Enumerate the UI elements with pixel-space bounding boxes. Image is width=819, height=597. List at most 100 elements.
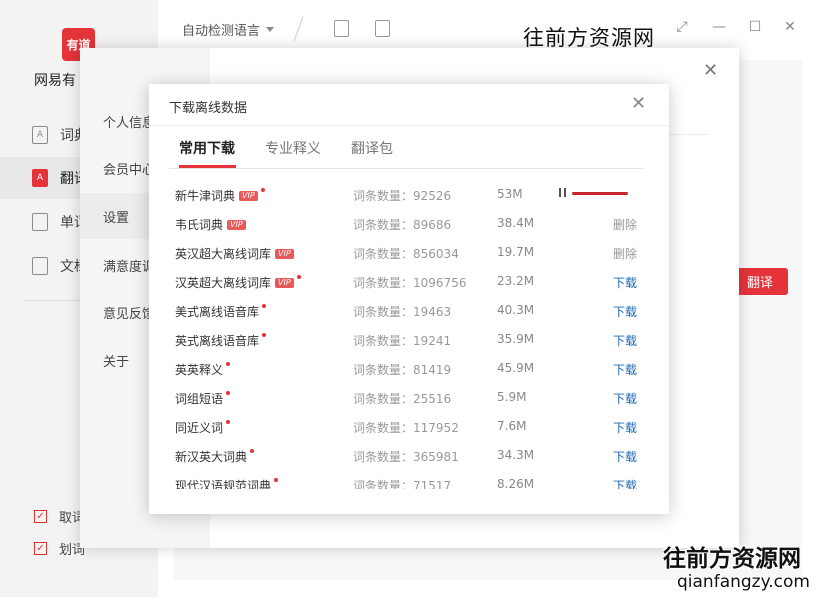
dictionary-name: 美式离线语音库 xyxy=(175,303,267,320)
select-word-checkbox[interactable]: ✓ 划词 xyxy=(34,539,85,558)
file-size: 40.3M xyxy=(497,303,535,317)
caret-down-icon xyxy=(266,27,275,32)
tab-translation-packs[interactable]: 翻译包 xyxy=(351,138,393,158)
dictionary-name-text: 同近义词 xyxy=(175,421,224,435)
close-icon[interactable]: ✕ xyxy=(783,20,797,34)
entry-count-value: 81419 xyxy=(413,363,452,377)
download-button[interactable]: 下载 xyxy=(613,419,637,436)
pin-icon[interactable]: ⤢ xyxy=(675,20,689,34)
delete-button[interactable]: 删除 xyxy=(613,245,637,262)
file-size: 53M xyxy=(497,187,523,201)
download-button[interactable]: 下载 xyxy=(613,477,637,489)
entry-count-value: 89686 xyxy=(413,218,452,232)
dictionary-name-text: 美式离线语音库 xyxy=(175,305,260,319)
download-button[interactable]: 下载 xyxy=(613,361,637,378)
capture-word-checkbox[interactable]: ✓ 取词 xyxy=(34,507,85,526)
wordbook-icon xyxy=(32,213,48,231)
download-dialog-close-icon[interactable]: ✕ xyxy=(631,93,646,114)
entry-count-value: 71517 xyxy=(413,479,452,489)
download-button[interactable]: 下载 xyxy=(613,448,637,465)
new-dot-icon xyxy=(262,303,267,308)
dictionary-name: 英式离线语音库 xyxy=(175,332,267,349)
new-dot-icon xyxy=(260,187,265,192)
language-select[interactable]: 自动检测语言 xyxy=(182,20,275,39)
dictionary-name: 英英释义 xyxy=(175,361,231,378)
download-tabs: 常用下载 专业释义 翻译包 xyxy=(169,126,643,169)
entry-count: 词条数量：19463 xyxy=(353,303,451,320)
entry-count-value: 117952 xyxy=(413,421,459,435)
entry-count-value: 19463 xyxy=(413,305,452,319)
dictionary-name: 新牛津词典 VIP xyxy=(175,187,265,204)
pause-icon[interactable] xyxy=(559,188,561,197)
entry-count: 词条数量：71517 xyxy=(353,477,451,489)
entry-count: 词条数量：1096756 xyxy=(353,274,466,291)
dictionary-name: 同近义词 xyxy=(175,419,231,436)
dictionary-name: 英汉超大离线词库 VIP xyxy=(175,245,294,262)
download-row: 韦氏词典 VIP 词条数量：89686 38.4M 删除 xyxy=(175,208,641,237)
entry-count: 词条数量：19241 xyxy=(353,332,451,349)
download-row: 汉英超大离线词库 VIP 词条数量：1096756 23.2M 下载 xyxy=(175,266,641,295)
entry-count: 词条数量：92526 xyxy=(353,187,451,204)
dictionary-name-text: 英式离线语音库 xyxy=(175,334,260,348)
dictionary-name-text: 汉英超大离线词库 xyxy=(175,276,272,290)
new-dot-icon xyxy=(226,390,231,395)
new-dot-icon xyxy=(250,448,255,453)
download-row: 英汉超大离线词库 VIP 词条数量：856034 19.7M 删除 xyxy=(175,237,641,266)
download-button[interactable]: 下载 xyxy=(613,390,637,407)
settings-close-icon[interactable]: ✕ xyxy=(703,60,718,81)
entry-count-value: 25516 xyxy=(413,392,452,406)
download-progress[interactable] xyxy=(559,187,639,199)
download-row: 美式离线语音库 词条数量：19463 40.3M 下载 xyxy=(175,295,641,324)
download-row: 新汉英大词典 词条数量：365981 34.3M 下载 xyxy=(175,440,641,469)
dictionary-name: 现代汉语规范词典 xyxy=(175,477,279,489)
app-name: 网易有 xyxy=(34,73,76,89)
delete-button[interactable]: 删除 xyxy=(613,216,637,233)
download-dialog-title: 下载离线数据 xyxy=(169,101,248,116)
download-dialog-header: 下载离线数据 ✕ xyxy=(149,84,669,126)
document-icon[interactable] xyxy=(334,20,349,37)
entry-count: 词条数量：25516 xyxy=(353,390,451,407)
file-size: 35.9M xyxy=(497,332,535,346)
entry-count: 词条数量：81419 xyxy=(353,361,451,378)
download-button[interactable]: 下载 xyxy=(613,303,637,320)
download-button[interactable]: 下载 xyxy=(613,332,637,349)
entry-count-label: 词条数量： xyxy=(353,363,414,377)
vip-badge: VIP xyxy=(227,219,246,230)
translate-button[interactable]: 翻译 xyxy=(732,268,788,295)
entry-count: 词条数量：89686 xyxy=(353,216,451,233)
entry-count: 词条数量：365981 xyxy=(353,448,459,465)
vip-badge: VIP xyxy=(275,248,294,259)
checkbox-checked-icon: ✓ xyxy=(34,542,47,555)
dictionary-name-text: 新汉英大词典 xyxy=(175,450,248,464)
screenshot-icon[interactable] xyxy=(375,20,390,37)
dictionary-name: 韦氏词典 VIP xyxy=(175,216,246,233)
download-row: 英式离线语音库 词条数量：19241 35.9M 下载 xyxy=(175,324,641,353)
maximize-icon[interactable]: ☐ xyxy=(748,20,762,34)
new-dot-icon xyxy=(296,274,301,279)
file-size: 19.7M xyxy=(497,245,535,259)
entry-count-label: 词条数量： xyxy=(353,305,414,319)
entry-count-label: 词条数量： xyxy=(353,479,414,489)
download-button[interactable]: 下载 xyxy=(613,274,637,291)
entry-count-label: 词条数量： xyxy=(353,189,414,203)
entry-count: 词条数量：856034 xyxy=(353,245,459,262)
entry-count-label: 词条数量： xyxy=(353,276,414,290)
watermark-url: qianfangzy.com xyxy=(677,572,810,592)
download-list: 新牛津词典 VIP 词条数量：92526 53M 韦氏词典 VIP 词条数量：89686 38… xyxy=(175,179,641,489)
pause-icon[interactable] xyxy=(564,188,566,197)
dictionary-name-text: 新牛津词典 xyxy=(175,189,236,203)
dictionary-icon: A xyxy=(32,126,48,144)
minimize-icon[interactable]: — xyxy=(712,20,726,34)
file-size: 45.9M xyxy=(497,361,535,375)
entry-count-label: 词条数量： xyxy=(353,392,414,406)
entry-count-value: 1096756 xyxy=(413,276,467,290)
download-row: 同近义词 词条数量：117952 7.6M 下载 xyxy=(175,411,641,440)
new-dot-icon xyxy=(274,477,279,482)
tab-common-downloads[interactable]: 常用下载 xyxy=(179,138,235,158)
new-dot-icon xyxy=(262,332,267,337)
vip-badge: VIP xyxy=(275,277,294,288)
tab-professional-definitions[interactable]: 专业释义 xyxy=(265,138,321,158)
document-icon xyxy=(32,257,48,275)
active-tab-indicator xyxy=(179,165,236,168)
entry-count-value: 856034 xyxy=(413,247,459,261)
